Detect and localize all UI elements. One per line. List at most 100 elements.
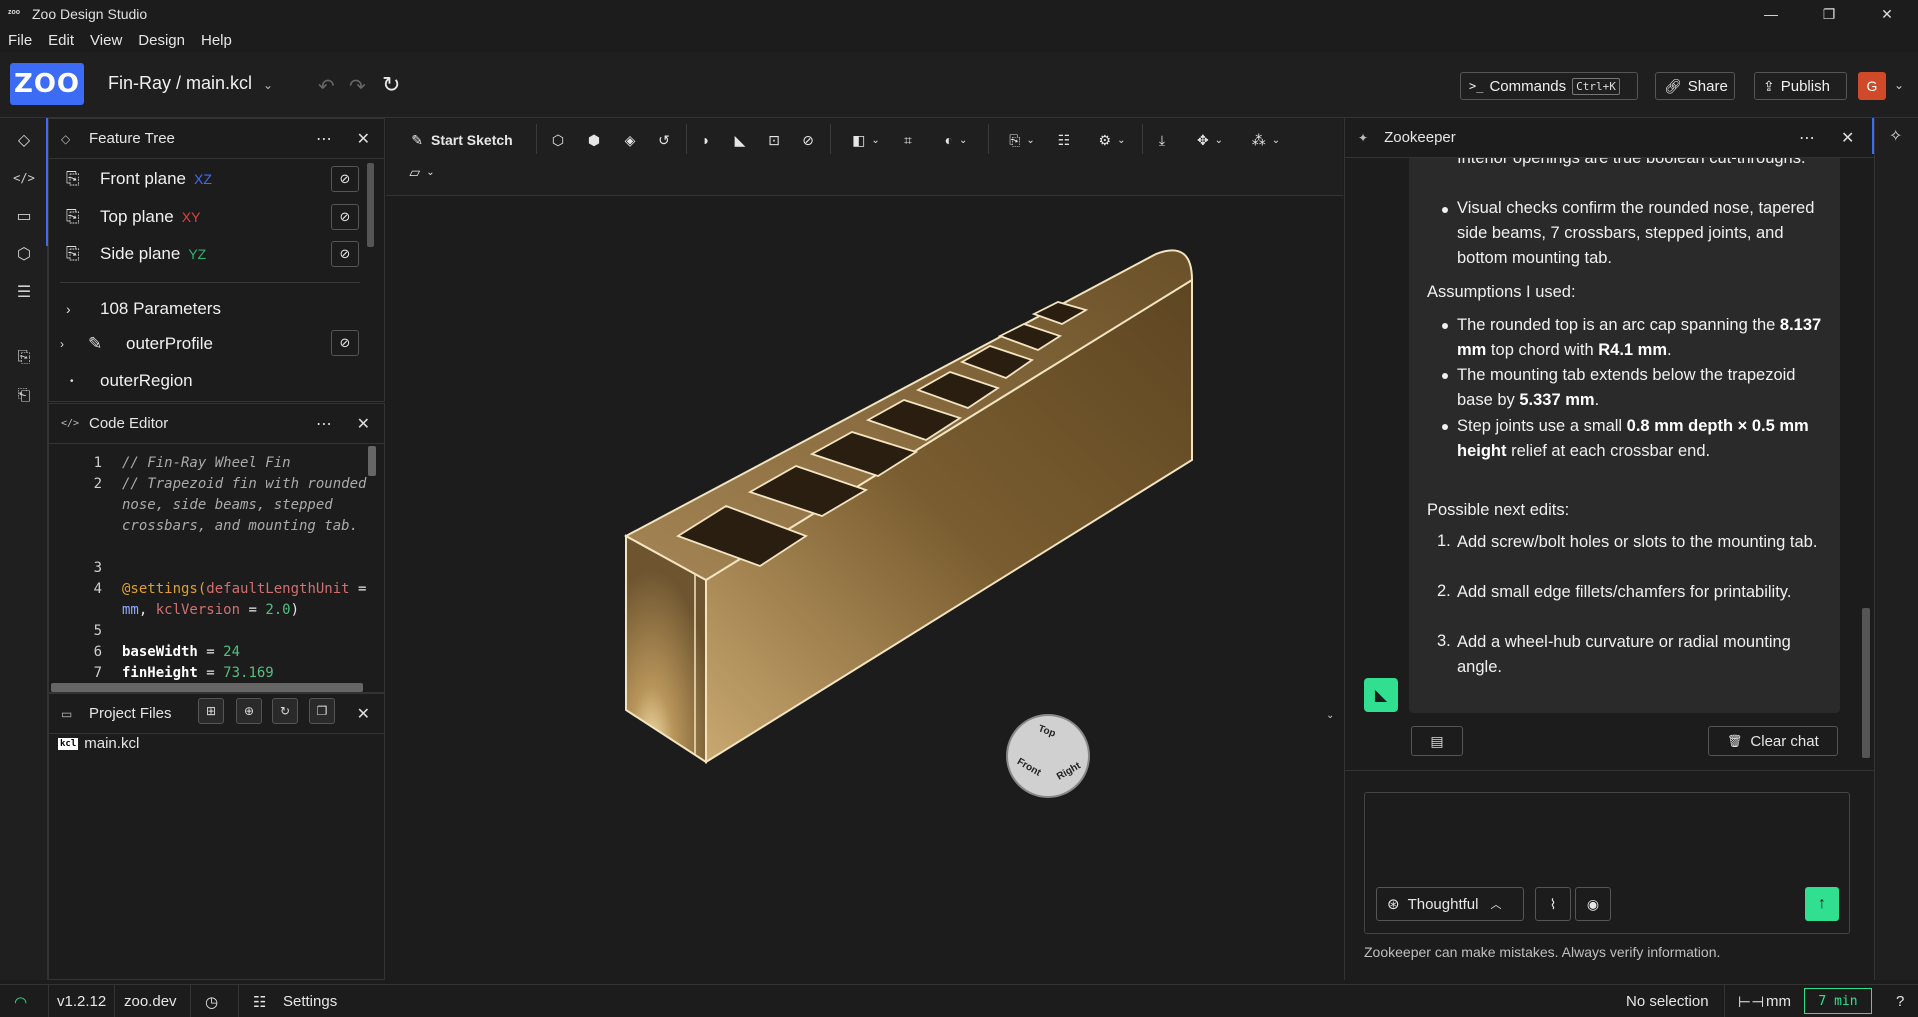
menu-help[interactable]: Help xyxy=(193,32,240,49)
tree-outer-region[interactable]: • outerRegion xyxy=(70,366,193,396)
file-item[interactable]: kcl main.kcl xyxy=(58,735,139,752)
clear-chat-button[interactable]: 🗑︎ Clear chat xyxy=(1708,726,1838,756)
import-icon[interactable]: ⤓ xyxy=(1152,128,1172,152)
brain-icon: ⊛ xyxy=(1387,896,1400,913)
menu-edit[interactable]: Edit xyxy=(40,32,82,49)
chevron-right-icon: › xyxy=(60,337,64,351)
version-label[interactable]: v1.2.12 xyxy=(57,993,106,1010)
avatar[interactable]: G xyxy=(1858,72,1886,100)
plane-icon[interactable]: ⌗ xyxy=(898,128,918,152)
3d-viewport[interactable]: Top Front Right ⌄ xyxy=(386,196,1343,980)
pattern-dropdown[interactable]: ⁂ ⌄ xyxy=(1244,128,1288,152)
scrollbar[interactable] xyxy=(367,163,374,247)
sparkle-icon[interactable]: ✧ xyxy=(1889,126,1902,146)
new-file-button[interactable]: ⊞ xyxy=(198,698,224,724)
site-link[interactable]: zoo.dev xyxy=(124,993,177,1010)
scrollbar[interactable] xyxy=(1862,608,1870,758)
visibility-toggle[interactable]: ⊘ xyxy=(331,166,359,192)
code-line: baseWidth = 24 xyxy=(122,644,241,660)
plane-icon: ⎘ xyxy=(66,169,80,188)
document-icon[interactable]: ⎘ xyxy=(12,346,36,370)
feature-tree-icon[interactable]: ◇ xyxy=(12,128,36,152)
help-button[interactable]: ? xyxy=(1896,993,1904,1010)
hole-icon[interactable]: ⊘ xyxy=(798,128,818,152)
refresh-files-button[interactable]: ↻ xyxy=(272,698,298,724)
extrude-icon[interactable]: ⬡ xyxy=(548,128,568,152)
close-icon[interactable]: ✕ xyxy=(357,704,370,724)
close-icon[interactable]: ✕ xyxy=(357,414,370,434)
boolean-dropdown[interactable]: ◧ ⌄ xyxy=(844,128,888,152)
line-number: 4 xyxy=(93,581,102,597)
chevron-down-icon[interactable]: ⌄ xyxy=(1326,710,1334,721)
code-area[interactable]: 1 // Fin-Ray Wheel Fin 2 // Trapezoid fin … xyxy=(0,453,380,683)
project-title[interactable]: Fin-Ray / main.kcl ⌄ xyxy=(108,73,273,94)
refresh-icon[interactable]: ↻ xyxy=(382,72,400,98)
clock-icon[interactable]: ◷ xyxy=(205,993,218,1011)
close-icon[interactable]: ✕ xyxy=(1841,128,1854,148)
unit-selector[interactable]: mm xyxy=(1766,993,1791,1010)
chat-input[interactable] xyxy=(1365,793,1849,879)
attach-button[interactable]: ⌇ xyxy=(1535,887,1571,921)
horizontal-scrollbar[interactable] xyxy=(51,683,363,692)
menu-design[interactable]: Design xyxy=(130,32,193,49)
maximize-button[interactable]: ❐ xyxy=(1806,0,1852,28)
view-cube-front[interactable]: Front xyxy=(1015,756,1043,778)
copy-button[interactable]: ▤ xyxy=(1411,726,1463,756)
chamfer-icon[interactable]: ◣ xyxy=(730,128,750,152)
settings-link[interactable]: Settings xyxy=(283,993,337,1010)
camera-button[interactable]: ◉ xyxy=(1575,887,1611,921)
loft-icon[interactable]: ◈ xyxy=(620,128,640,152)
more-icon[interactable]: ⋯ xyxy=(316,129,332,149)
view-cube-top[interactable]: Top xyxy=(1037,723,1057,739)
sweep-icon[interactable]: ⬢ xyxy=(584,128,604,152)
redo-icon[interactable]: ↷ xyxy=(349,74,366,99)
commands-button[interactable]: >_ Commands Ctrl+K xyxy=(1460,72,1638,100)
helix-dropdown[interactable]: ◐ ⌄ xyxy=(934,128,978,152)
mode-selector[interactable]: ⊛ Thoughtful ︿ xyxy=(1376,887,1524,921)
menu-file[interactable]: File xyxy=(0,32,40,49)
close-icon[interactable]: ✕ xyxy=(357,129,370,149)
more-icon[interactable]: ⋯ xyxy=(1799,128,1815,148)
chevron-down-icon[interactable]: ⌄ xyxy=(1894,78,1904,92)
settings-sliders-icon[interactable]: ☷ xyxy=(1054,128,1074,152)
send-button[interactable]: ↑ xyxy=(1805,887,1839,921)
minimize-button[interactable]: — xyxy=(1748,0,1794,28)
code-icon[interactable]: </> xyxy=(12,166,36,190)
folder-icon[interactable]: ▭ xyxy=(12,204,36,228)
insert-dropdown[interactable]: ⎘ ⌄ xyxy=(1000,128,1044,152)
zoo-logo[interactable]: ZOO xyxy=(10,63,84,105)
tree-outer-profile[interactable]: › ✎ outerProfile xyxy=(60,329,213,359)
move-dropdown[interactable]: ✥ ⌄ xyxy=(1188,128,1232,152)
shape-dropdown[interactable]: ▱ ⌄ xyxy=(400,160,444,184)
revolve-icon[interactable]: ↺ xyxy=(654,128,674,152)
fillet-icon[interactable]: ◗ xyxy=(696,128,716,152)
share-button[interactable]: 🔗︎ Share xyxy=(1655,72,1735,100)
visibility-toggle[interactable]: ⊘ xyxy=(331,241,359,267)
code-line: @settings(defaultLengthUnit = mm, kclVer… xyxy=(122,581,375,618)
undo-icon[interactable]: ↶ xyxy=(318,74,335,99)
publish-button[interactable]: ⇪ Publish xyxy=(1754,72,1847,100)
tree-side-plane[interactable]: ⎘ Side plane YZ xyxy=(66,239,206,269)
gear-dropdown[interactable]: ⚙ ⌄ xyxy=(1090,128,1134,152)
more-icon[interactable]: ⋯ xyxy=(316,414,332,434)
new-folder-button[interactable]: ⊕ xyxy=(236,698,262,724)
parameters-icon[interactable]: ⬡ xyxy=(12,242,36,266)
copy-button[interactable]: ❐ xyxy=(309,698,335,724)
visibility-toggle[interactable]: ⊘ xyxy=(331,204,359,230)
shell-icon[interactable]: ⊡ xyxy=(764,128,784,152)
timer-badge[interactable]: 7 min xyxy=(1804,988,1872,1014)
menu-view[interactable]: View xyxy=(82,32,130,49)
insert-icon: ⎘ xyxy=(1009,131,1021,148)
start-sketch-button[interactable]: ✎ Start Sketch xyxy=(400,128,524,152)
tree-top-plane[interactable]: ⎘ Top plane XY xyxy=(66,202,200,232)
chat-scroll[interactable]: Interior openings are true boolean cut-t… xyxy=(1344,158,1874,770)
export-icon[interactable]: ⎗ xyxy=(12,384,36,408)
view-cube-right[interactable]: Right xyxy=(1055,760,1083,782)
list-icon[interactable]: ☰ xyxy=(12,280,36,304)
tree-front-plane[interactable]: ⎘ Front plane XZ xyxy=(66,164,212,194)
network-icon[interactable]: ◠ xyxy=(14,993,27,1011)
close-window-button[interactable]: ✕ xyxy=(1864,0,1910,28)
view-cube[interactable]: Top Front Right xyxy=(1006,714,1090,798)
tree-parameters[interactable]: › 108 Parameters xyxy=(66,294,221,324)
visibility-toggle[interactable]: ⊘ xyxy=(331,330,359,356)
